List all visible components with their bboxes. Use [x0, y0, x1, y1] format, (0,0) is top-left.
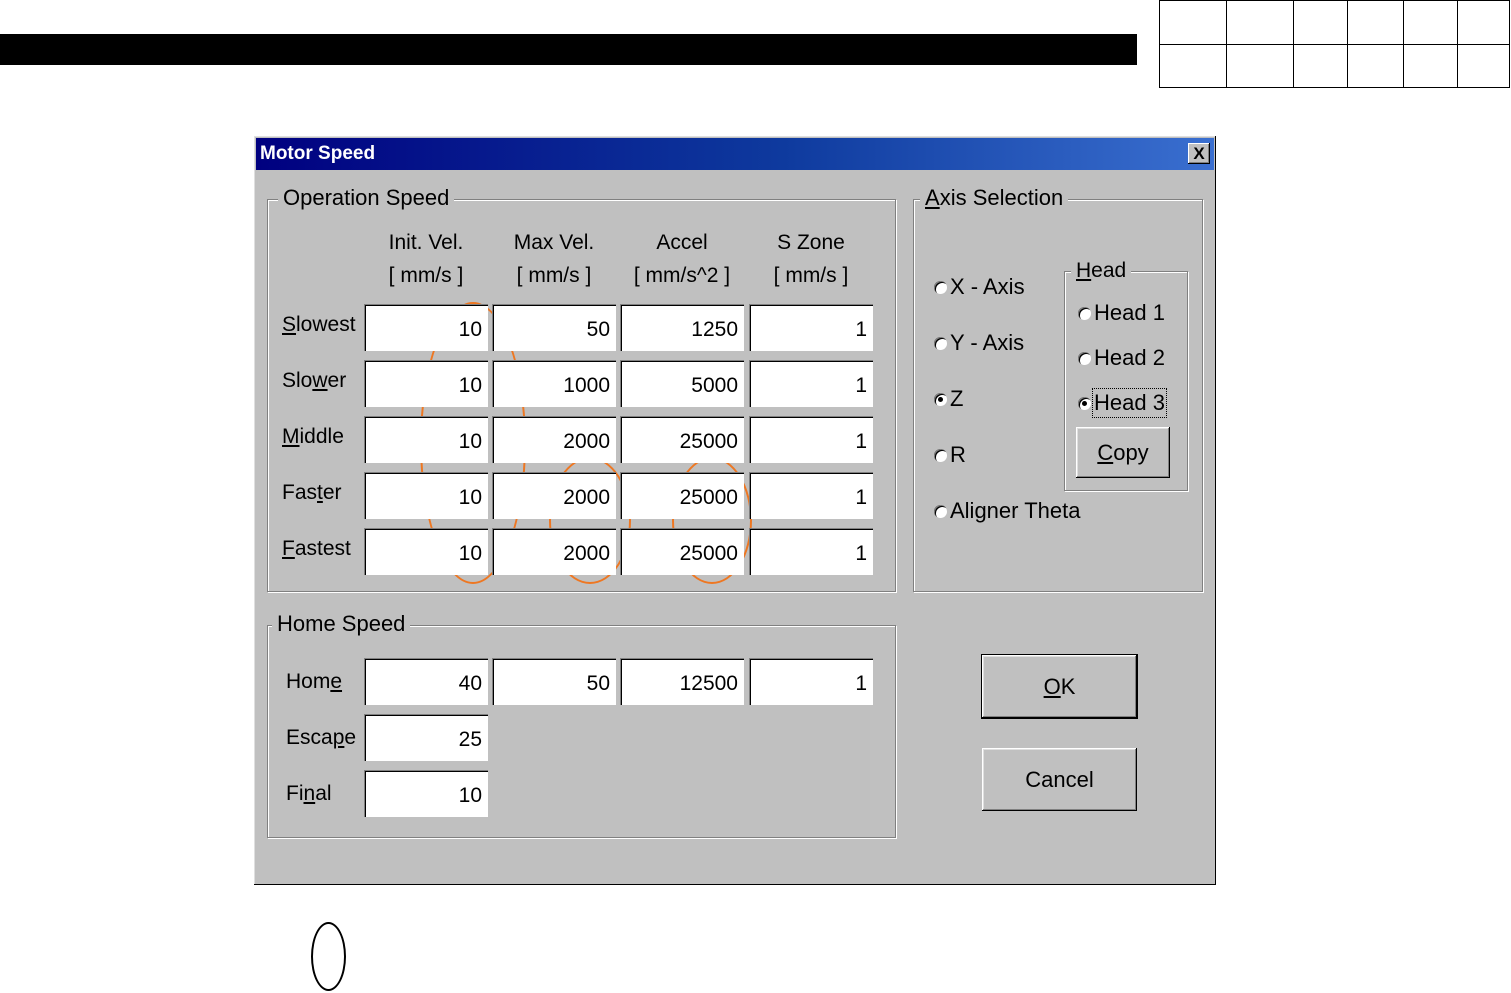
home-speed-group: Home Speed — [267, 611, 896, 838]
home-row-label-home: Home — [286, 670, 343, 693]
column-header-3: S Zone [ mm/s ] — [741, 226, 881, 292]
faster-field-1[interactable] — [492, 472, 616, 519]
column-header-name: Max Vel. — [513, 231, 595, 254]
column-header-name: Init. Vel. — [388, 231, 464, 254]
column-header-name: S Zone — [777, 231, 845, 254]
home-field-0[interactable] — [364, 658, 488, 705]
label-rest: xis Selection — [939, 185, 1064, 210]
operation-speed-label: Operation Speed — [278, 185, 455, 211]
axis-radio-label: Z — [950, 386, 964, 411]
radio-circle[interactable] — [934, 336, 947, 350]
fastest-field-2[interactable] — [620, 528, 744, 575]
title-bar[interactable]: Motor Speed X — [256, 138, 1214, 170]
annotation-oval-marker — [311, 922, 346, 991]
row-label-faster: Faster — [282, 481, 342, 504]
radio-circle[interactable] — [934, 280, 947, 294]
final-field-0[interactable] — [364, 770, 488, 817]
middle-field-3[interactable] — [749, 416, 873, 463]
slowest-field-1[interactable] — [492, 304, 616, 351]
column-header-unit: [ mm/s ] — [388, 264, 464, 287]
radio-circle[interactable] — [934, 448, 947, 462]
motor-speed-dialog: Motor Speed X Operation Speed Home Speed… — [254, 136, 1216, 885]
radio-circle[interactable] — [1078, 351, 1091, 365]
faster-field-0[interactable] — [364, 472, 488, 519]
home-row-label-final: Final — [286, 782, 332, 805]
fastest-field-1[interactable] — [492, 528, 616, 575]
head-radio-0[interactable]: Head 1 — [1078, 300, 1165, 326]
axis-radio-label: Y - Axis — [950, 330, 1025, 355]
column-header-unit: [ mm/s^2 ] — [633, 264, 731, 287]
axis-radio-0[interactable]: X - Axis — [934, 274, 1025, 300]
slowest-field-2[interactable] — [620, 304, 744, 351]
label-rest: ead — [1091, 259, 1127, 282]
axis-radio-1[interactable]: Y - Axis — [934, 330, 1024, 356]
faster-field-2[interactable] — [620, 472, 744, 519]
slower-field-0[interactable] — [364, 360, 488, 407]
axis-radio-4[interactable]: Aligner Theta — [934, 498, 1080, 524]
row-label-middle: Middle — [282, 425, 344, 448]
column-header-unit: [ mm/s ] — [773, 264, 849, 287]
fastest-field-3[interactable] — [749, 528, 873, 575]
radio-circle[interactable] — [1078, 396, 1091, 410]
copy-button[interactable]: Copy — [1076, 427, 1170, 478]
home-field-2[interactable] — [620, 658, 744, 705]
escape-field-0[interactable] — [364, 714, 488, 761]
column-header-2: Accel [ mm/s^2 ] — [612, 226, 752, 292]
slower-field-3[interactable] — [749, 360, 873, 407]
close-button[interactable]: X — [1188, 143, 1210, 164]
faster-field-3[interactable] — [749, 472, 873, 519]
head-label: Head — [1071, 259, 1132, 283]
dialog-title: Motor Speed — [260, 143, 376, 164]
column-header-name: Accel — [656, 231, 708, 254]
column-header-0: Init. Vel. [ mm/s ] — [356, 226, 496, 292]
axis-selection-label: Axis Selection — [920, 185, 1069, 211]
home-field-1[interactable] — [492, 658, 616, 705]
slower-field-1[interactable] — [492, 360, 616, 407]
home-field-3[interactable] — [749, 658, 873, 705]
column-header-unit: [ mm/s ] — [516, 264, 592, 287]
ok-button[interactable]: OK — [982, 655, 1137, 718]
axis-radio-label: R — [950, 442, 966, 467]
head-radio-label: Head 3 — [1092, 388, 1167, 418]
middle-field-1[interactable] — [492, 416, 616, 463]
home-speed-label: Home Speed — [272, 611, 411, 637]
row-label-fastest: Fastest — [282, 537, 351, 560]
radio-circle[interactable] — [934, 392, 947, 406]
home-row-label-escape: Escape — [286, 726, 357, 749]
slower-field-2[interactable] — [620, 360, 744, 407]
document-header-bar — [0, 34, 1137, 65]
head-radio-2[interactable]: Head 3 — [1078, 388, 1167, 418]
middle-field-2[interactable] — [620, 416, 744, 463]
radio-circle[interactable] — [934, 504, 947, 518]
axis-radio-2[interactable]: Z — [934, 386, 963, 412]
head-radio-1[interactable]: Head 2 — [1078, 345, 1165, 371]
head-radio-label: Head 2 — [1094, 345, 1165, 370]
row-label-slower: Slower — [282, 369, 347, 392]
slowest-field-3[interactable] — [749, 304, 873, 351]
document-header-grid — [1159, 0, 1510, 88]
cancel-button[interactable]: Cancel — [982, 748, 1137, 811]
axis-radio-3[interactable]: R — [934, 442, 966, 468]
label-rest: opy — [1113, 439, 1149, 465]
middle-field-0[interactable] — [364, 416, 488, 463]
label-rest: K — [1060, 673, 1076, 699]
head-radio-label: Head 1 — [1094, 300, 1165, 325]
axis-radio-label: Aligner Theta — [950, 498, 1081, 523]
axis-radio-label: X - Axis — [950, 274, 1025, 299]
row-label-slowest: Slowest — [282, 313, 356, 336]
fastest-field-0[interactable] — [364, 528, 488, 575]
radio-circle[interactable] — [1078, 306, 1091, 320]
column-header-1: Max Vel. [ mm/s ] — [484, 226, 624, 292]
slowest-field-0[interactable] — [364, 304, 488, 351]
